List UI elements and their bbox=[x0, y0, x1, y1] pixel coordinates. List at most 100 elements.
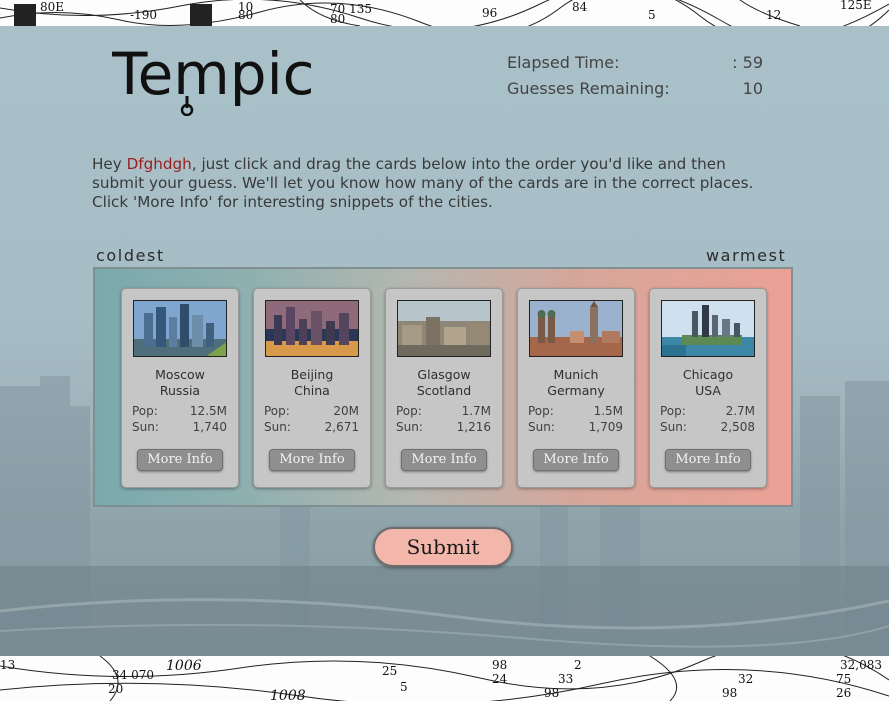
map-label: 2 bbox=[574, 658, 582, 672]
country-name: Germany bbox=[547, 383, 605, 398]
map-label: 13 bbox=[0, 658, 16, 672]
country-name: USA bbox=[695, 383, 721, 398]
guesses-remaining-value: 10 bbox=[742, 79, 763, 98]
more-info-button[interactable]: More Info bbox=[533, 449, 619, 471]
map-label: 34 070 bbox=[112, 668, 154, 682]
city-card-glasgow[interactable]: Glasgow Scotland Pop: 1.7M Sun: 1,216 Mo… bbox=[385, 288, 503, 488]
population-label: Pop: bbox=[264, 404, 290, 418]
more-info-button[interactable]: More Info bbox=[665, 449, 751, 471]
population-row: Pop: 12.5M bbox=[132, 403, 227, 419]
city-name: Chicago bbox=[682, 367, 734, 382]
city-card-chicago[interactable]: Chicago USA Pop: 2.7M Sun: 2,508 More In… bbox=[649, 288, 767, 488]
city-name: Munich bbox=[553, 367, 599, 382]
map-label: 80 bbox=[238, 8, 254, 22]
sunshine-label: Sun: bbox=[660, 420, 687, 434]
card-title: Glasgow Scotland bbox=[386, 367, 502, 399]
more-info-button[interactable]: More Info bbox=[137, 449, 223, 471]
weather-map-top: 80E -190 10 80 70 135 80 96 84 5 12 125E bbox=[0, 0, 889, 26]
map-label: 24 bbox=[492, 672, 508, 686]
instructions-text: Hey Dfghdgh, just click and drag the car… bbox=[92, 155, 772, 212]
card-tray: Moscow Russia Pop: 12.5M Sun: 1,740 More… bbox=[93, 267, 793, 507]
instructions-message: , just click and drag the cards below in… bbox=[92, 155, 754, 211]
beijing-skyline-photo bbox=[265, 300, 359, 357]
map-label: 5 bbox=[400, 680, 408, 694]
population-row: Pop: 2.7M bbox=[660, 403, 755, 419]
city-card-munich[interactable]: Munich Germany Pop: 1.5M Sun: 1,709 More… bbox=[517, 288, 635, 488]
chicago-lakefront-photo bbox=[661, 300, 755, 357]
map-label: 32 bbox=[738, 672, 754, 686]
game-stats: Elapsed Time: : 59 Guesses Remaining: 10 bbox=[507, 53, 763, 105]
sunshine-value: 2,508 bbox=[720, 420, 755, 434]
username: Dfghdgh bbox=[126, 155, 192, 173]
card-title: Munich Germany bbox=[518, 367, 634, 399]
weather-map-bottom: 13 34 070 20 1006 25 5 98 24 33 98 2 100… bbox=[0, 656, 889, 701]
elapsed-time-label: Elapsed Time: bbox=[507, 53, 620, 72]
map-label: 84 bbox=[572, 0, 588, 14]
sunshine-label: Sun: bbox=[528, 420, 555, 434]
moscow-skyline-photo bbox=[133, 300, 227, 357]
guesses-remaining-label: Guesses Remaining: bbox=[507, 79, 670, 98]
city-name: Glasgow bbox=[417, 367, 471, 382]
map-label: 98 bbox=[544, 686, 560, 700]
warmest-label: warmest bbox=[706, 246, 787, 265]
card-title: Moscow Russia bbox=[122, 367, 238, 399]
map-label: 33 bbox=[558, 672, 574, 686]
sunshine-label: Sun: bbox=[264, 420, 291, 434]
sunshine-row: Sun: 1,740 bbox=[132, 419, 227, 435]
map-label: 12 bbox=[766, 8, 782, 22]
population-value: 1.5M bbox=[593, 404, 623, 418]
logo-text: Tempic bbox=[112, 44, 315, 108]
map-label: 1006 bbox=[166, 658, 202, 674]
sunshine-value: 1,740 bbox=[192, 420, 227, 434]
card-title: Beijing China bbox=[254, 367, 370, 399]
map-label: 98 bbox=[722, 686, 738, 700]
sunshine-row: Sun: 2,508 bbox=[660, 419, 755, 435]
map-label: 96 bbox=[482, 6, 498, 20]
map-label: 80 bbox=[330, 12, 346, 26]
map-label: 98 bbox=[492, 658, 508, 672]
sunshine-value: 1,216 bbox=[456, 420, 491, 434]
map-label: 25 bbox=[382, 664, 398, 678]
map-label: 75 bbox=[836, 672, 852, 686]
population-value: 20M bbox=[333, 404, 359, 418]
guesses-remaining-row: Guesses Remaining: 10 bbox=[507, 79, 763, 105]
glasgow-cityscape-photo bbox=[397, 300, 491, 357]
sunshine-row: Sun: 1,216 bbox=[396, 419, 491, 435]
submit-button[interactable]: Submit bbox=[373, 527, 513, 567]
population-value: 2.7M bbox=[725, 404, 755, 418]
coldest-label: coldest bbox=[96, 246, 165, 265]
city-card-beijing[interactable]: Beijing China Pop: 20M Sun: 2,671 More I… bbox=[253, 288, 371, 488]
population-label: Pop: bbox=[528, 404, 554, 418]
elapsed-time-value: : 59 bbox=[732, 53, 763, 72]
sunshine-label: Sun: bbox=[396, 420, 423, 434]
map-label: 5 bbox=[648, 8, 656, 22]
sunshine-value: 2,671 bbox=[324, 420, 359, 434]
elapsed-time-row: Elapsed Time: : 59 bbox=[507, 53, 763, 79]
country-name: Russia bbox=[159, 383, 201, 398]
greeting: Hey bbox=[92, 155, 127, 173]
card-title: Chicago USA bbox=[650, 367, 766, 399]
sunshine-row: Sun: 1,709 bbox=[528, 419, 623, 435]
population-label: Pop: bbox=[396, 404, 422, 418]
city-card-moscow[interactable]: Moscow Russia Pop: 12.5M Sun: 1,740 More… bbox=[121, 288, 239, 488]
game-panel: Tempic Elapsed Time: : 59 Guesses Remain… bbox=[0, 26, 889, 656]
population-row: Pop: 1.7M bbox=[396, 403, 491, 419]
tempic-logo: Tempic bbox=[112, 44, 315, 116]
population-label: Pop: bbox=[660, 404, 686, 418]
map-label: -190 bbox=[130, 8, 157, 22]
sunshine-label: Sun: bbox=[132, 420, 159, 434]
map-label: 32,083 bbox=[840, 658, 882, 672]
munich-cathedral-photo bbox=[529, 300, 623, 357]
sunshine-row: Sun: 2,671 bbox=[264, 419, 359, 435]
population-value: 12.5M bbox=[189, 404, 227, 418]
more-info-button[interactable]: More Info bbox=[401, 449, 487, 471]
country-name: Scotland bbox=[416, 383, 472, 398]
map-label: 1008 bbox=[270, 688, 306, 701]
population-row: Pop: 20M bbox=[264, 403, 359, 419]
population-value: 1.7M bbox=[461, 404, 491, 418]
map-label: 20 bbox=[108, 682, 124, 696]
city-name: Moscow bbox=[155, 367, 205, 382]
sunshine-value: 1,709 bbox=[588, 420, 623, 434]
map-label: 26 bbox=[836, 686, 852, 700]
more-info-button[interactable]: More Info bbox=[269, 449, 355, 471]
